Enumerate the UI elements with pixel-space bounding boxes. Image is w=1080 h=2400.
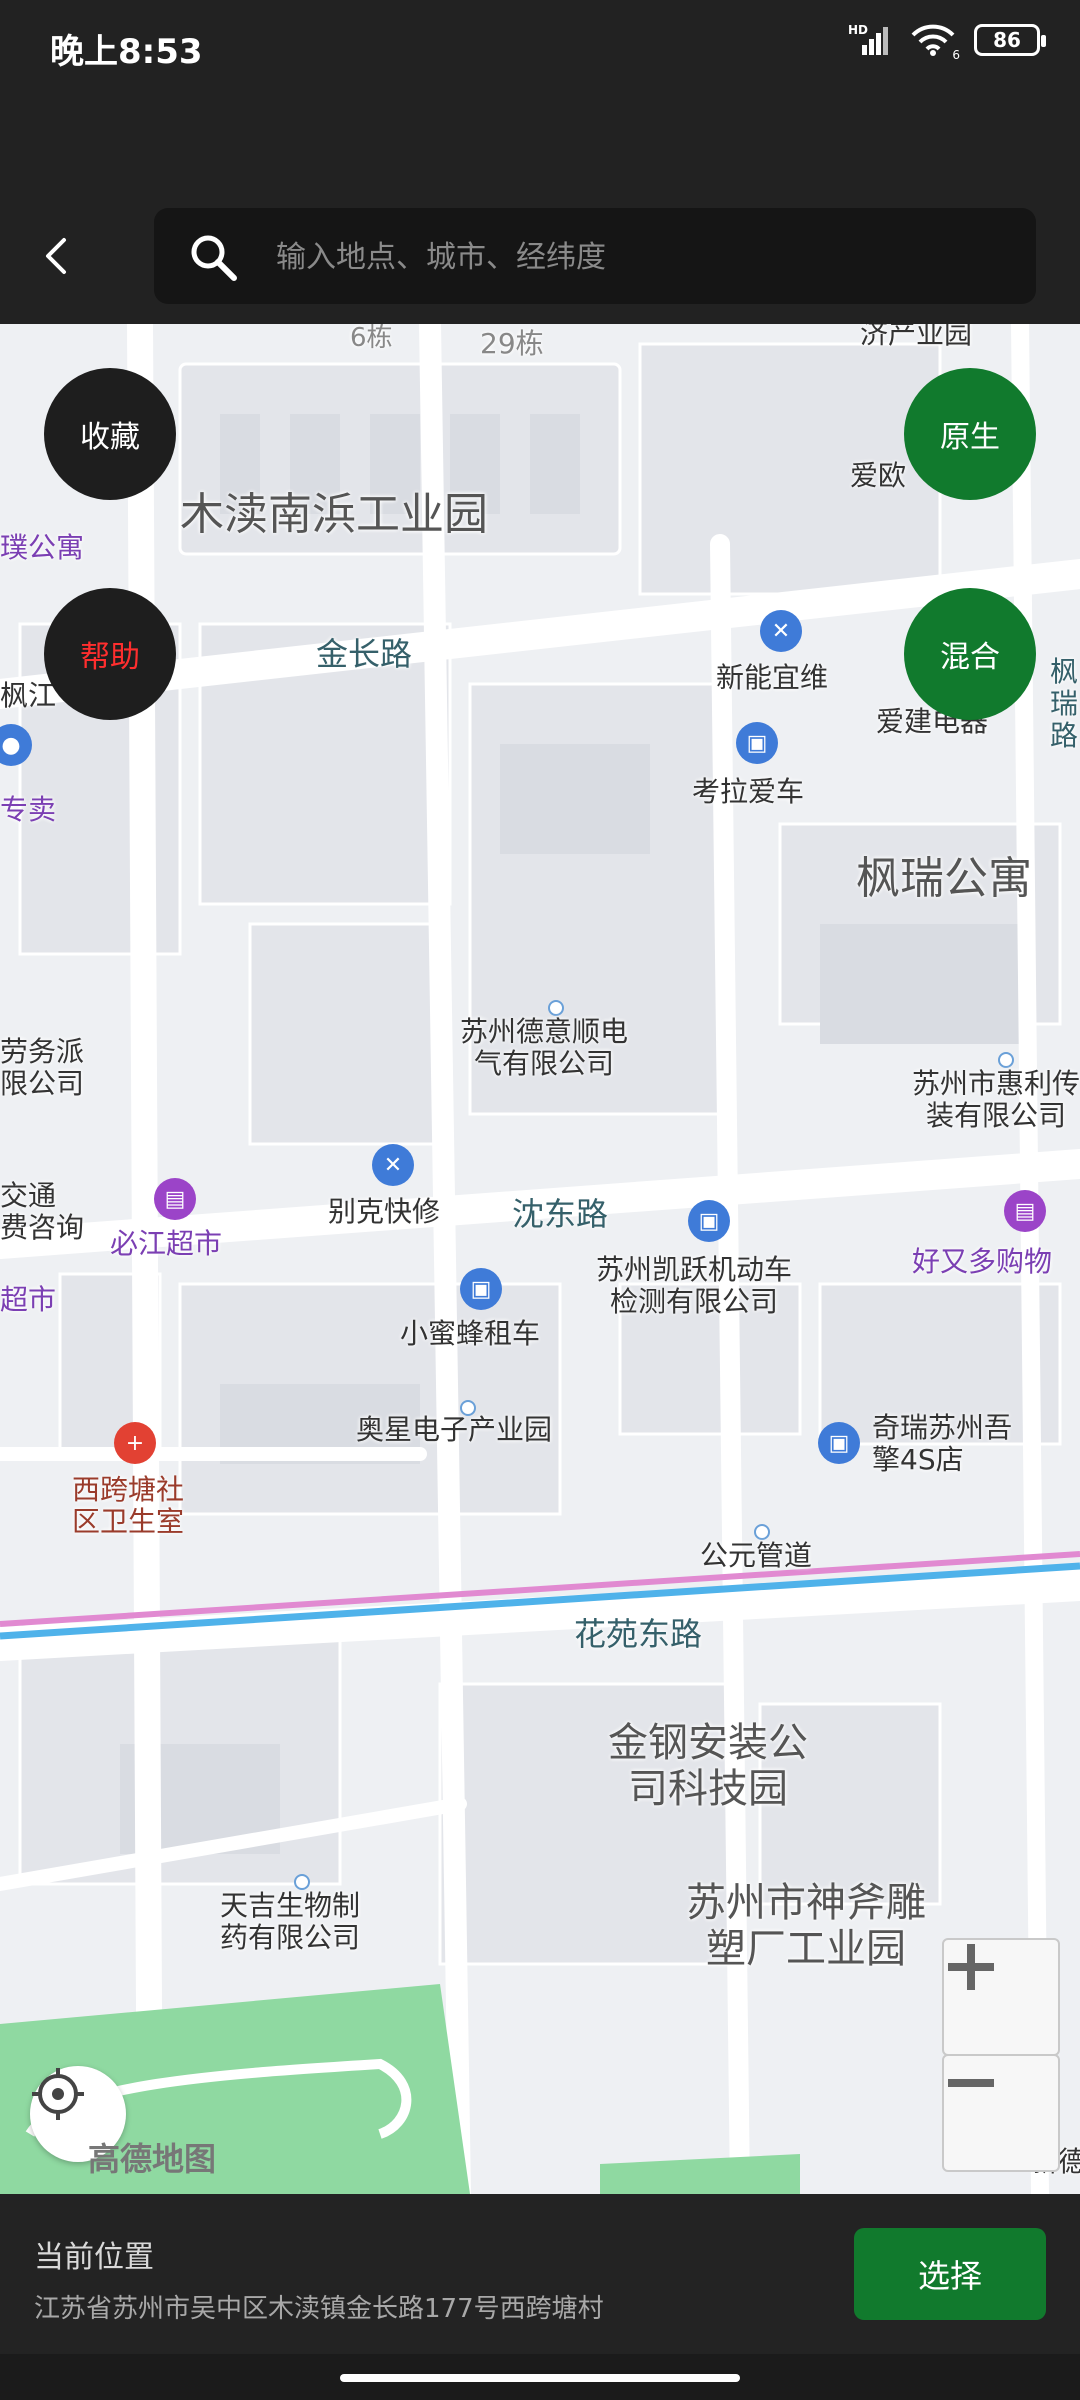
map-label-building-6: 6栋 [350, 324, 393, 353]
search-icon [191, 235, 237, 281]
map-label-building-29: 29栋 [480, 327, 544, 360]
repair-pin-icon[interactable]: ✕ [372, 1144, 414, 1186]
map-label-jingang: 金钢安装公 司科技园 [608, 1720, 808, 1812]
map-label-xinneng: 新能宜维 [716, 661, 829, 694]
clinic-pin-icon[interactable]: + [114, 1422, 156, 1464]
poi-dot [998, 1052, 1014, 1068]
map-label-gongyuan: 公元管道 [700, 1539, 813, 1572]
map-label-chaoshi: 超市 [0, 1283, 57, 1316]
map-label-clinic: 西跨塘社 区卫生室 [72, 1473, 185, 1539]
search-box[interactable] [154, 208, 1036, 304]
shop-pin-icon[interactable]: ▤ [154, 1178, 196, 1220]
poi-dot [754, 1524, 770, 1540]
map-label-fengrui: 枫瑞公寓 [856, 853, 1032, 904]
amap-logo: 高德地图 [88, 2140, 217, 2178]
map-label-huili: 苏州市惠利传 装有限公司 [912, 1067, 1080, 1133]
map-label-kaiyue: 苏州凯跃机动车 检测有限公司 [596, 1253, 793, 1319]
map-label-zhuanmai: 专卖 [0, 793, 57, 826]
map-label-economic-park: 济产业园 [860, 324, 973, 350]
map-label-ai-ou: 爱欧 [850, 459, 907, 492]
map-label-haoyouduo: 好又多购物 [912, 1245, 1053, 1278]
map-label-feng-road: 枫瑞路 [1050, 655, 1079, 753]
car-pin-icon[interactable]: ▣ [736, 722, 778, 764]
current-location-address: 江苏省苏州市吴中区木渎镇金长路177号西跨塘村 [34, 2294, 604, 2324]
map-label-shenfu: 苏州市神斧雕 塑厂工业园 [686, 1880, 926, 1972]
wifi-badge: 6 [952, 48, 960, 62]
status-bar: 晚上8:53 HD 6 86 [0, 0, 1080, 96]
map-label-traffic: 交通 费咨询 [0, 1179, 85, 1245]
car-pin-icon[interactable]: ▣ [818, 1422, 860, 1464]
help-button[interactable]: 帮助 [44, 588, 176, 720]
map-label-pu-apartment: 璞公寓 [0, 531, 85, 564]
map-label-bieke: 别克快修 [328, 1195, 441, 1228]
battery-level: 86 [993, 28, 1021, 52]
map-label-jinchang-road: 金长路 [316, 635, 413, 673]
search-input[interactable] [274, 226, 998, 288]
bottom-bar: 当前位置 江苏省苏州市吴中区木渎镇金长路177号西跨塘村 选择 [0, 2194, 1080, 2354]
map-label-kaola: 考拉爱车 [692, 775, 805, 808]
signal-icon: HD [848, 23, 892, 55]
map-label-aoxing: 奥星电子产业园 [356, 1413, 553, 1446]
crosshair-icon [32, 2068, 84, 2120]
map-label-bijiang: 必江超市 [110, 1227, 223, 1260]
favorite-button[interactable]: 收藏 [44, 368, 176, 500]
map-label-shendong: 沈东路 [512, 1195, 609, 1233]
car-pin-icon[interactable]: ▣ [460, 1268, 502, 1310]
map-label-tianji: 天吉生物制 药有限公司 [220, 1889, 361, 1955]
car-pin-icon[interactable]: ▣ [688, 1200, 730, 1242]
map-label-huayuan: 花苑东路 [574, 1615, 703, 1653]
chevron-left-icon [46, 238, 66, 274]
top-bar [0, 96, 1080, 324]
wifi-icon: 6 [910, 24, 960, 62]
home-indicator[interactable] [340, 2374, 740, 2382]
map-label-fengjiang: 枫江 [0, 679, 57, 712]
zoom-out-button[interactable] [942, 2054, 1060, 2172]
poi-dot [294, 1874, 310, 1890]
map-view[interactable]: 6栋 29栋 济产业园 木渎南浜工业园 璞公寓 爱欧 金长路 ✕ 新能宜维 爱建… [0, 324, 1080, 2194]
poi-dot [548, 1000, 564, 1016]
map-label-industrial-park: 木渎南浜工业园 [180, 489, 488, 540]
hybrid-map-button[interactable]: 混合 [904, 588, 1036, 720]
current-location-title: 当前位置 [34, 2240, 154, 2275]
map-label-chery: 奇瑞苏州吾 擎4S店 [872, 1411, 1013, 1477]
signal-hd-label: HD [848, 23, 869, 37]
navigation-bar [0, 2354, 1080, 2400]
zoom-in-button[interactable] [942, 1938, 1060, 2056]
select-button[interactable]: 选择 [854, 2228, 1046, 2320]
battery-icon: 86 [974, 24, 1046, 56]
plus-icon [948, 1944, 994, 1990]
minus-icon [948, 2079, 994, 2087]
native-map-button[interactable]: 原生 [904, 368, 1036, 500]
shop-pin-icon[interactable]: ▤ [1004, 1190, 1046, 1232]
map-label-labor: 劳务派 限公司 [0, 1035, 85, 1101]
repair-pin-icon[interactable]: ✕ [760, 610, 802, 652]
status-icons: HD 6 86 [848, 23, 1046, 62]
back-button[interactable] [30, 231, 80, 281]
map-label-deyi: 苏州德意顺电 气有限公司 [460, 1015, 629, 1081]
status-time: 晚上8:53 [50, 32, 203, 72]
map-label-xiaomifeng: 小蜜蜂租车 [400, 1317, 541, 1350]
